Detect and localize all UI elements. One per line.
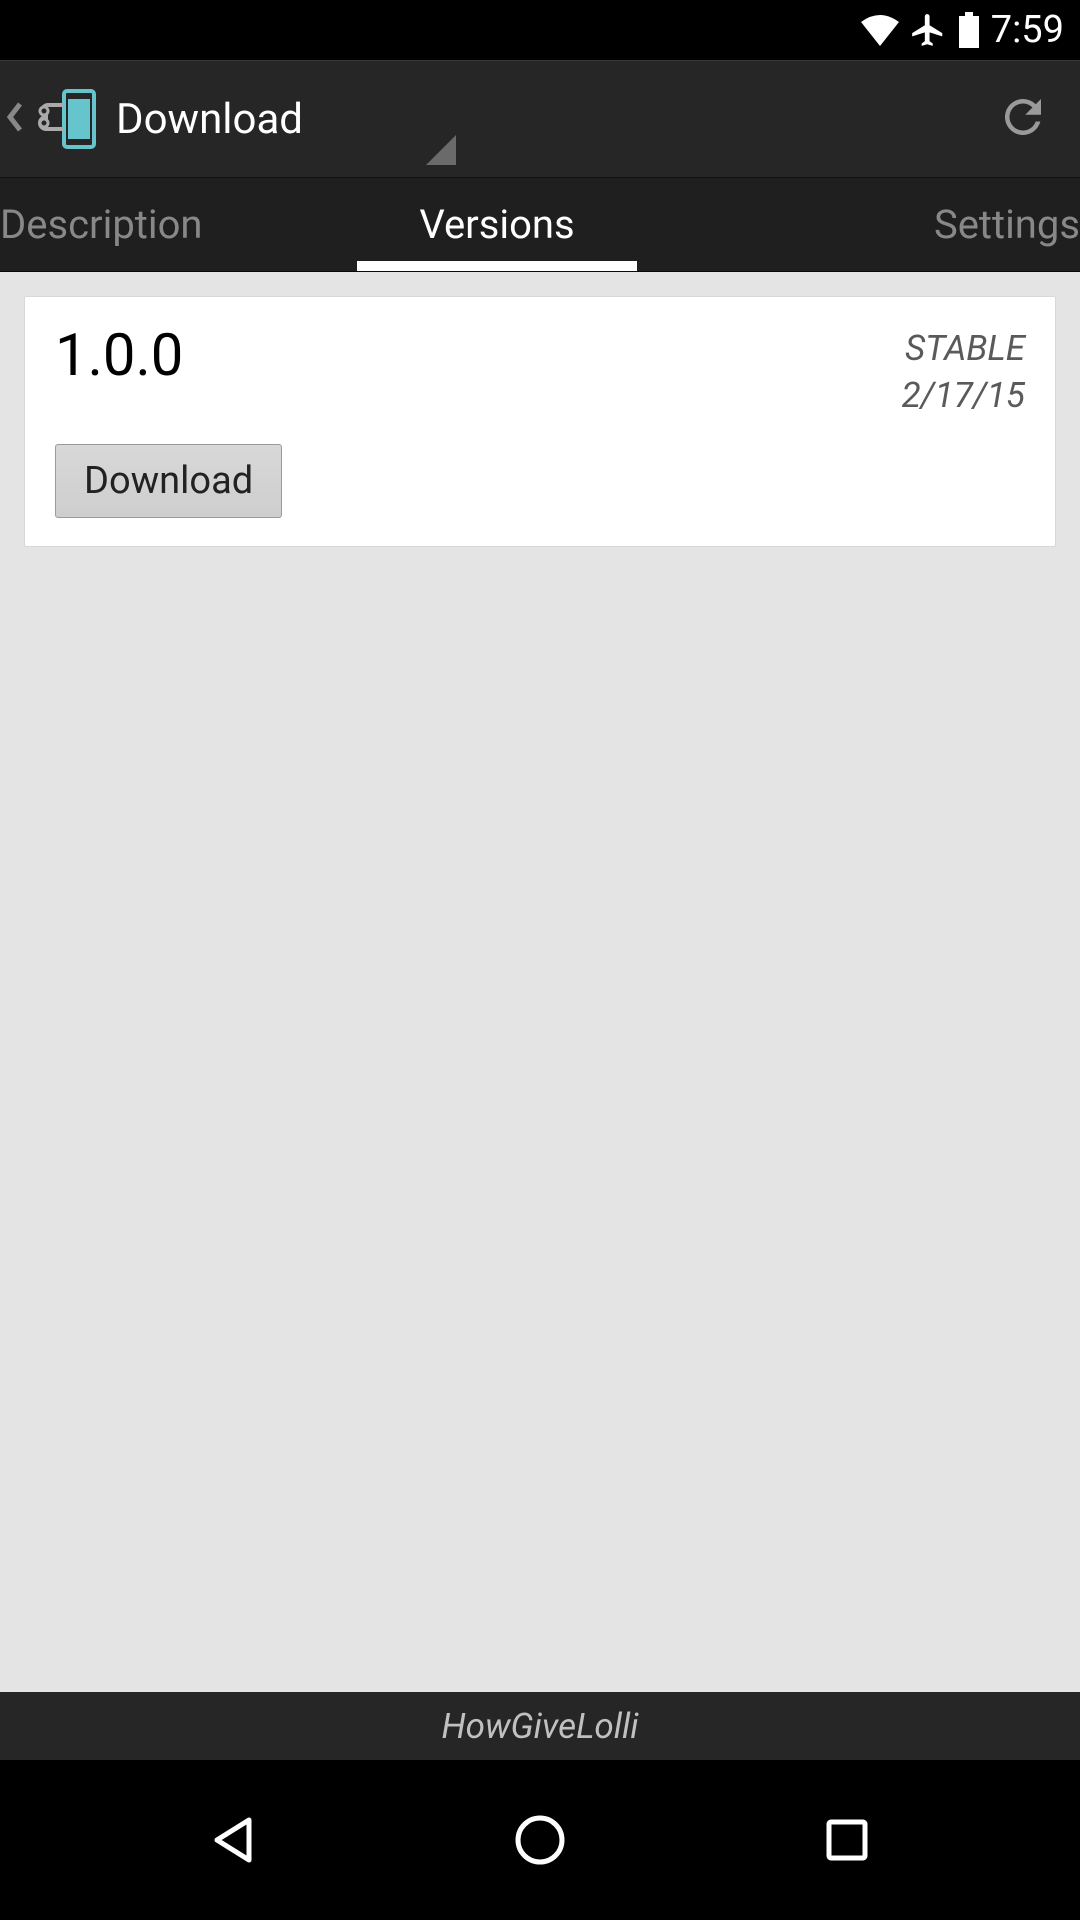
action-bar: Download bbox=[0, 60, 1080, 178]
spinner-triangle-icon bbox=[426, 135, 456, 169]
airplane-icon bbox=[909, 11, 947, 49]
battery-icon bbox=[957, 12, 981, 48]
triangle-back-icon bbox=[205, 1812, 261, 1868]
refresh-button[interactable] bbox=[978, 72, 1068, 166]
channel-label: STABLE bbox=[902, 325, 1025, 372]
refresh-icon bbox=[996, 129, 1050, 148]
footer-bar: HowGiveLolli bbox=[0, 1692, 1080, 1760]
tab-label: Description bbox=[0, 201, 203, 248]
status-bar: 7:59 bbox=[0, 0, 1080, 60]
back-button[interactable] bbox=[6, 61, 116, 177]
footer-label: HowGiveLolli bbox=[441, 1706, 638, 1747]
square-recent-icon bbox=[819, 1812, 875, 1868]
tab-versions[interactable]: Versions bbox=[312, 178, 682, 271]
back-chevron-icon bbox=[6, 102, 24, 136]
content-area: 1.0.0 STABLE 2/17/15 Download bbox=[0, 272, 1080, 1760]
wifi-icon bbox=[861, 14, 899, 46]
page-title: Download bbox=[116, 95, 303, 144]
release-date: 2/17/15 bbox=[902, 372, 1025, 419]
app-icon bbox=[30, 85, 98, 153]
status-time: 7:59 bbox=[991, 8, 1064, 52]
nav-back-button[interactable] bbox=[205, 1812, 261, 1868]
nav-home-button[interactable] bbox=[512, 1812, 568, 1868]
tabs: Description Versions Settings bbox=[0, 178, 1080, 272]
version-card: 1.0.0 STABLE 2/17/15 Download bbox=[24, 296, 1056, 547]
version-number: 1.0.0 bbox=[55, 325, 183, 389]
tab-description[interactable]: Description bbox=[0, 178, 312, 271]
circle-home-icon bbox=[512, 1812, 568, 1868]
tab-label: Versions bbox=[419, 201, 574, 248]
title-spinner[interactable]: Download bbox=[116, 61, 978, 177]
tab-settings[interactable]: Settings bbox=[682, 178, 1080, 271]
tab-label: Settings bbox=[934, 201, 1080, 248]
card-header: 1.0.0 STABLE 2/17/15 bbox=[55, 325, 1025, 420]
nav-recent-button[interactable] bbox=[819, 1812, 875, 1868]
download-button[interactable]: Download bbox=[55, 444, 282, 518]
version-meta: STABLE 2/17/15 bbox=[902, 325, 1025, 420]
system-nav-bar bbox=[0, 1760, 1080, 1920]
